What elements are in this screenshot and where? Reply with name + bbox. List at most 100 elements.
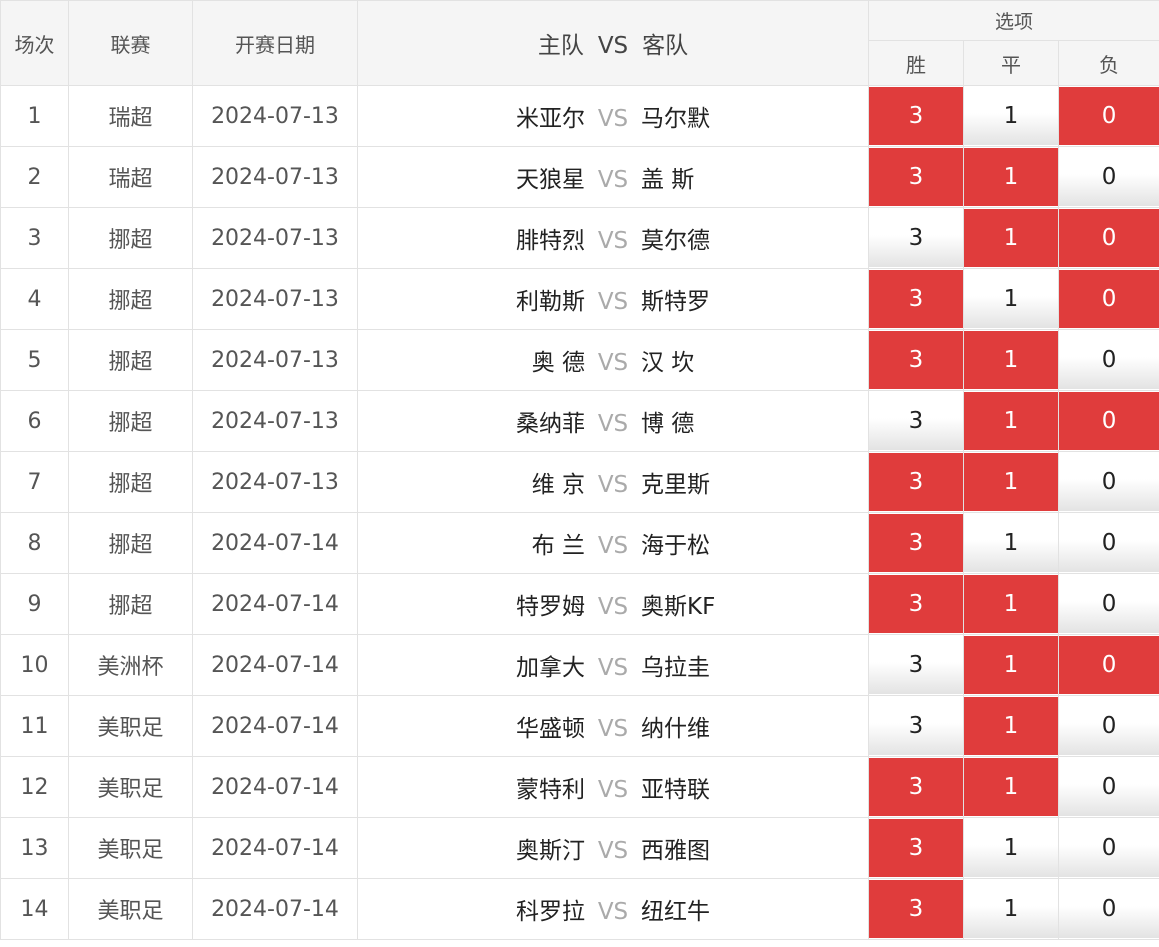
match-row: 10 美洲杯 2024-07-14 加拿大 VS 乌拉圭 3 1 0	[0, 634, 1159, 696]
option-loss-button[interactable]: 0	[1059, 453, 1159, 511]
match-index: 2	[0, 146, 69, 208]
match-row: 4 挪超 2024-07-13 利勒斯 VS 斯特罗 3 1 0	[0, 268, 1159, 330]
away-team: 马尔默	[641, 106, 710, 132]
option-win-button[interactable]: 3	[869, 270, 963, 328]
header-loss: 负	[1057, 40, 1159, 86]
option-win-button[interactable]: 3	[869, 575, 963, 633]
match-teams: 米亚尔 VS 马尔默	[357, 85, 869, 147]
match-date: 2024-07-14	[192, 634, 358, 696]
home-team: 华盛顿	[516, 716, 585, 742]
away-team: 海于松	[641, 533, 710, 559]
option-win-button[interactable]: 3	[869, 636, 963, 694]
option-win-button[interactable]: 3	[869, 87, 963, 145]
match-teams: 腓特烈 VS 莫尔德	[357, 207, 869, 269]
vs-label: VS	[597, 777, 629, 803]
option-win-cell: 3	[868, 756, 964, 818]
option-draw-button[interactable]: 1	[964, 148, 1058, 206]
match-teams: 桑纳菲 VS 博 德	[357, 390, 869, 452]
away-team: 奥斯KF	[641, 594, 716, 620]
option-draw-button[interactable]: 1	[964, 392, 1058, 450]
match-date: 2024-07-14	[192, 817, 358, 879]
option-loss-button[interactable]: 0	[1059, 87, 1159, 145]
option-win-button[interactable]: 3	[869, 758, 963, 816]
option-win-cell: 3	[868, 451, 964, 513]
option-draw-button[interactable]: 1	[964, 575, 1058, 633]
option-loss-button[interactable]: 0	[1059, 270, 1159, 328]
match-row: 5 挪超 2024-07-13 奥 德 VS 汉 坎 310	[0, 329, 1159, 391]
option-draw-cell: 1	[963, 268, 1059, 330]
option-win-button[interactable]: 3	[869, 453, 963, 511]
option-draw-button[interactable]: 1	[964, 331, 1058, 389]
vs-label: VS	[597, 472, 629, 498]
option-draw-button[interactable]: 1	[964, 514, 1058, 572]
option-win-button[interactable]: 3	[869, 331, 963, 389]
match-league: 美洲杯	[68, 634, 193, 696]
option-win-button[interactable]: 3	[869, 514, 963, 572]
option-loss-button[interactable]: 0	[1059, 331, 1159, 389]
match-league: 挪超	[68, 207, 193, 269]
option-draw-button[interactable]: 1	[964, 270, 1058, 328]
vs-label: VS	[597, 899, 629, 925]
match-row: 8 挪超 2024-07-14 布 兰 VS 海于松 3 1 0	[0, 512, 1159, 574]
match-teams: 加拿大 VS 乌拉圭	[357, 634, 869, 696]
option-loss-button[interactable]: 0	[1059, 575, 1159, 633]
option-draw-button[interactable]: 1	[964, 87, 1058, 145]
option-loss-cell: 0	[1057, 512, 1159, 574]
match-league: 瑞超	[68, 146, 193, 208]
option-win-cell: 3	[868, 817, 964, 879]
option-draw-button[interactable]: 1	[964, 819, 1058, 877]
option-loss-button[interactable]: 0	[1059, 392, 1159, 450]
option-win-button[interactable]: 3	[869, 392, 963, 450]
option-win-button[interactable]: 3	[869, 697, 963, 755]
option-loss-button[interactable]: 0	[1059, 209, 1159, 267]
match-date: 2024-07-13	[192, 451, 358, 513]
option-win-button[interactable]: 3	[869, 148, 963, 206]
option-draw-cell: 1	[963, 85, 1059, 147]
option-win-button[interactable]: 3	[869, 819, 963, 877]
option-win-cell: 3	[868, 390, 964, 452]
vs-label: VS	[597, 411, 629, 437]
match-league: 瑞超	[68, 85, 193, 147]
home-team: 蒙特利	[516, 777, 585, 803]
home-team: 桑纳菲	[516, 411, 585, 437]
option-win-button[interactable]: 3	[869, 880, 963, 938]
option-loss-button[interactable]: 0	[1059, 636, 1159, 694]
option-loss-button[interactable]: 0	[1059, 758, 1159, 816]
header-away: 客队	[642, 33, 689, 59]
option-loss-button[interactable]: 0	[1059, 880, 1159, 938]
option-draw-button[interactable]: 1	[964, 697, 1058, 755]
match-row: 9 挪超 2024-07-14 特罗姆 VS 奥斯KF 3 1 0	[0, 573, 1159, 635]
option-draw-button[interactable]: 1	[964, 758, 1058, 816]
match-row: 13 美职足 2024-07-14 奥斯汀 VS 西雅图 3 1 0	[0, 817, 1159, 879]
match-league: 美职足	[68, 695, 193, 757]
match-date: 2024-07-14	[192, 512, 358, 574]
match-league: 美职足	[68, 878, 193, 940]
option-loss-button[interactable]: 0	[1059, 819, 1159, 877]
option-draw-button[interactable]: 1	[964, 880, 1058, 938]
table-header: 场次 联赛 开赛日期 主队 VS 客队 选项 胜 平 负	[0, 0, 1159, 86]
match-league: 挪超	[68, 451, 193, 513]
vs-label: VS	[597, 655, 629, 681]
option-win-button[interactable]: 3	[869, 209, 963, 267]
option-loss-button[interactable]: 0	[1059, 148, 1159, 206]
option-win-cell: 3	[868, 878, 964, 940]
option-draw-cell: 1	[963, 390, 1059, 452]
option-loss-button[interactable]: 0	[1059, 697, 1159, 755]
match-table: 场次 联赛 开赛日期 主队 VS 客队 选项 胜 平 负 1 瑞超 2024-07-13…	[0, 0, 1159, 940]
option-draw-button[interactable]: 1	[964, 636, 1058, 694]
match-date: 2024-07-13	[192, 268, 358, 330]
match-row: 1 瑞超 2024-07-13 米亚尔 VS 马尔默 3 1 0	[0, 85, 1159, 147]
option-draw-button[interactable]: 1	[964, 453, 1058, 511]
match-index: 11	[0, 695, 69, 757]
match-row: 7 挪超 2024-07-13 维 京 VS 克里斯 3 1 0	[0, 451, 1159, 513]
option-loss-cell: 0	[1057, 390, 1159, 452]
home-team: 奥 德	[531, 350, 585, 376]
away-team: 汉 坎	[641, 350, 695, 376]
header-teams: 主队 VS 客队	[357, 0, 869, 86]
match-teams: 科罗拉 VS 纽红牛	[357, 878, 869, 940]
option-draw-button[interactable]: 1	[964, 209, 1058, 267]
option-loss-cell: 0	[1057, 146, 1159, 208]
option-loss-cell: 0	[1057, 878, 1159, 940]
option-loss-button[interactable]: 0	[1059, 514, 1159, 572]
home-team: 布 兰	[531, 533, 585, 559]
